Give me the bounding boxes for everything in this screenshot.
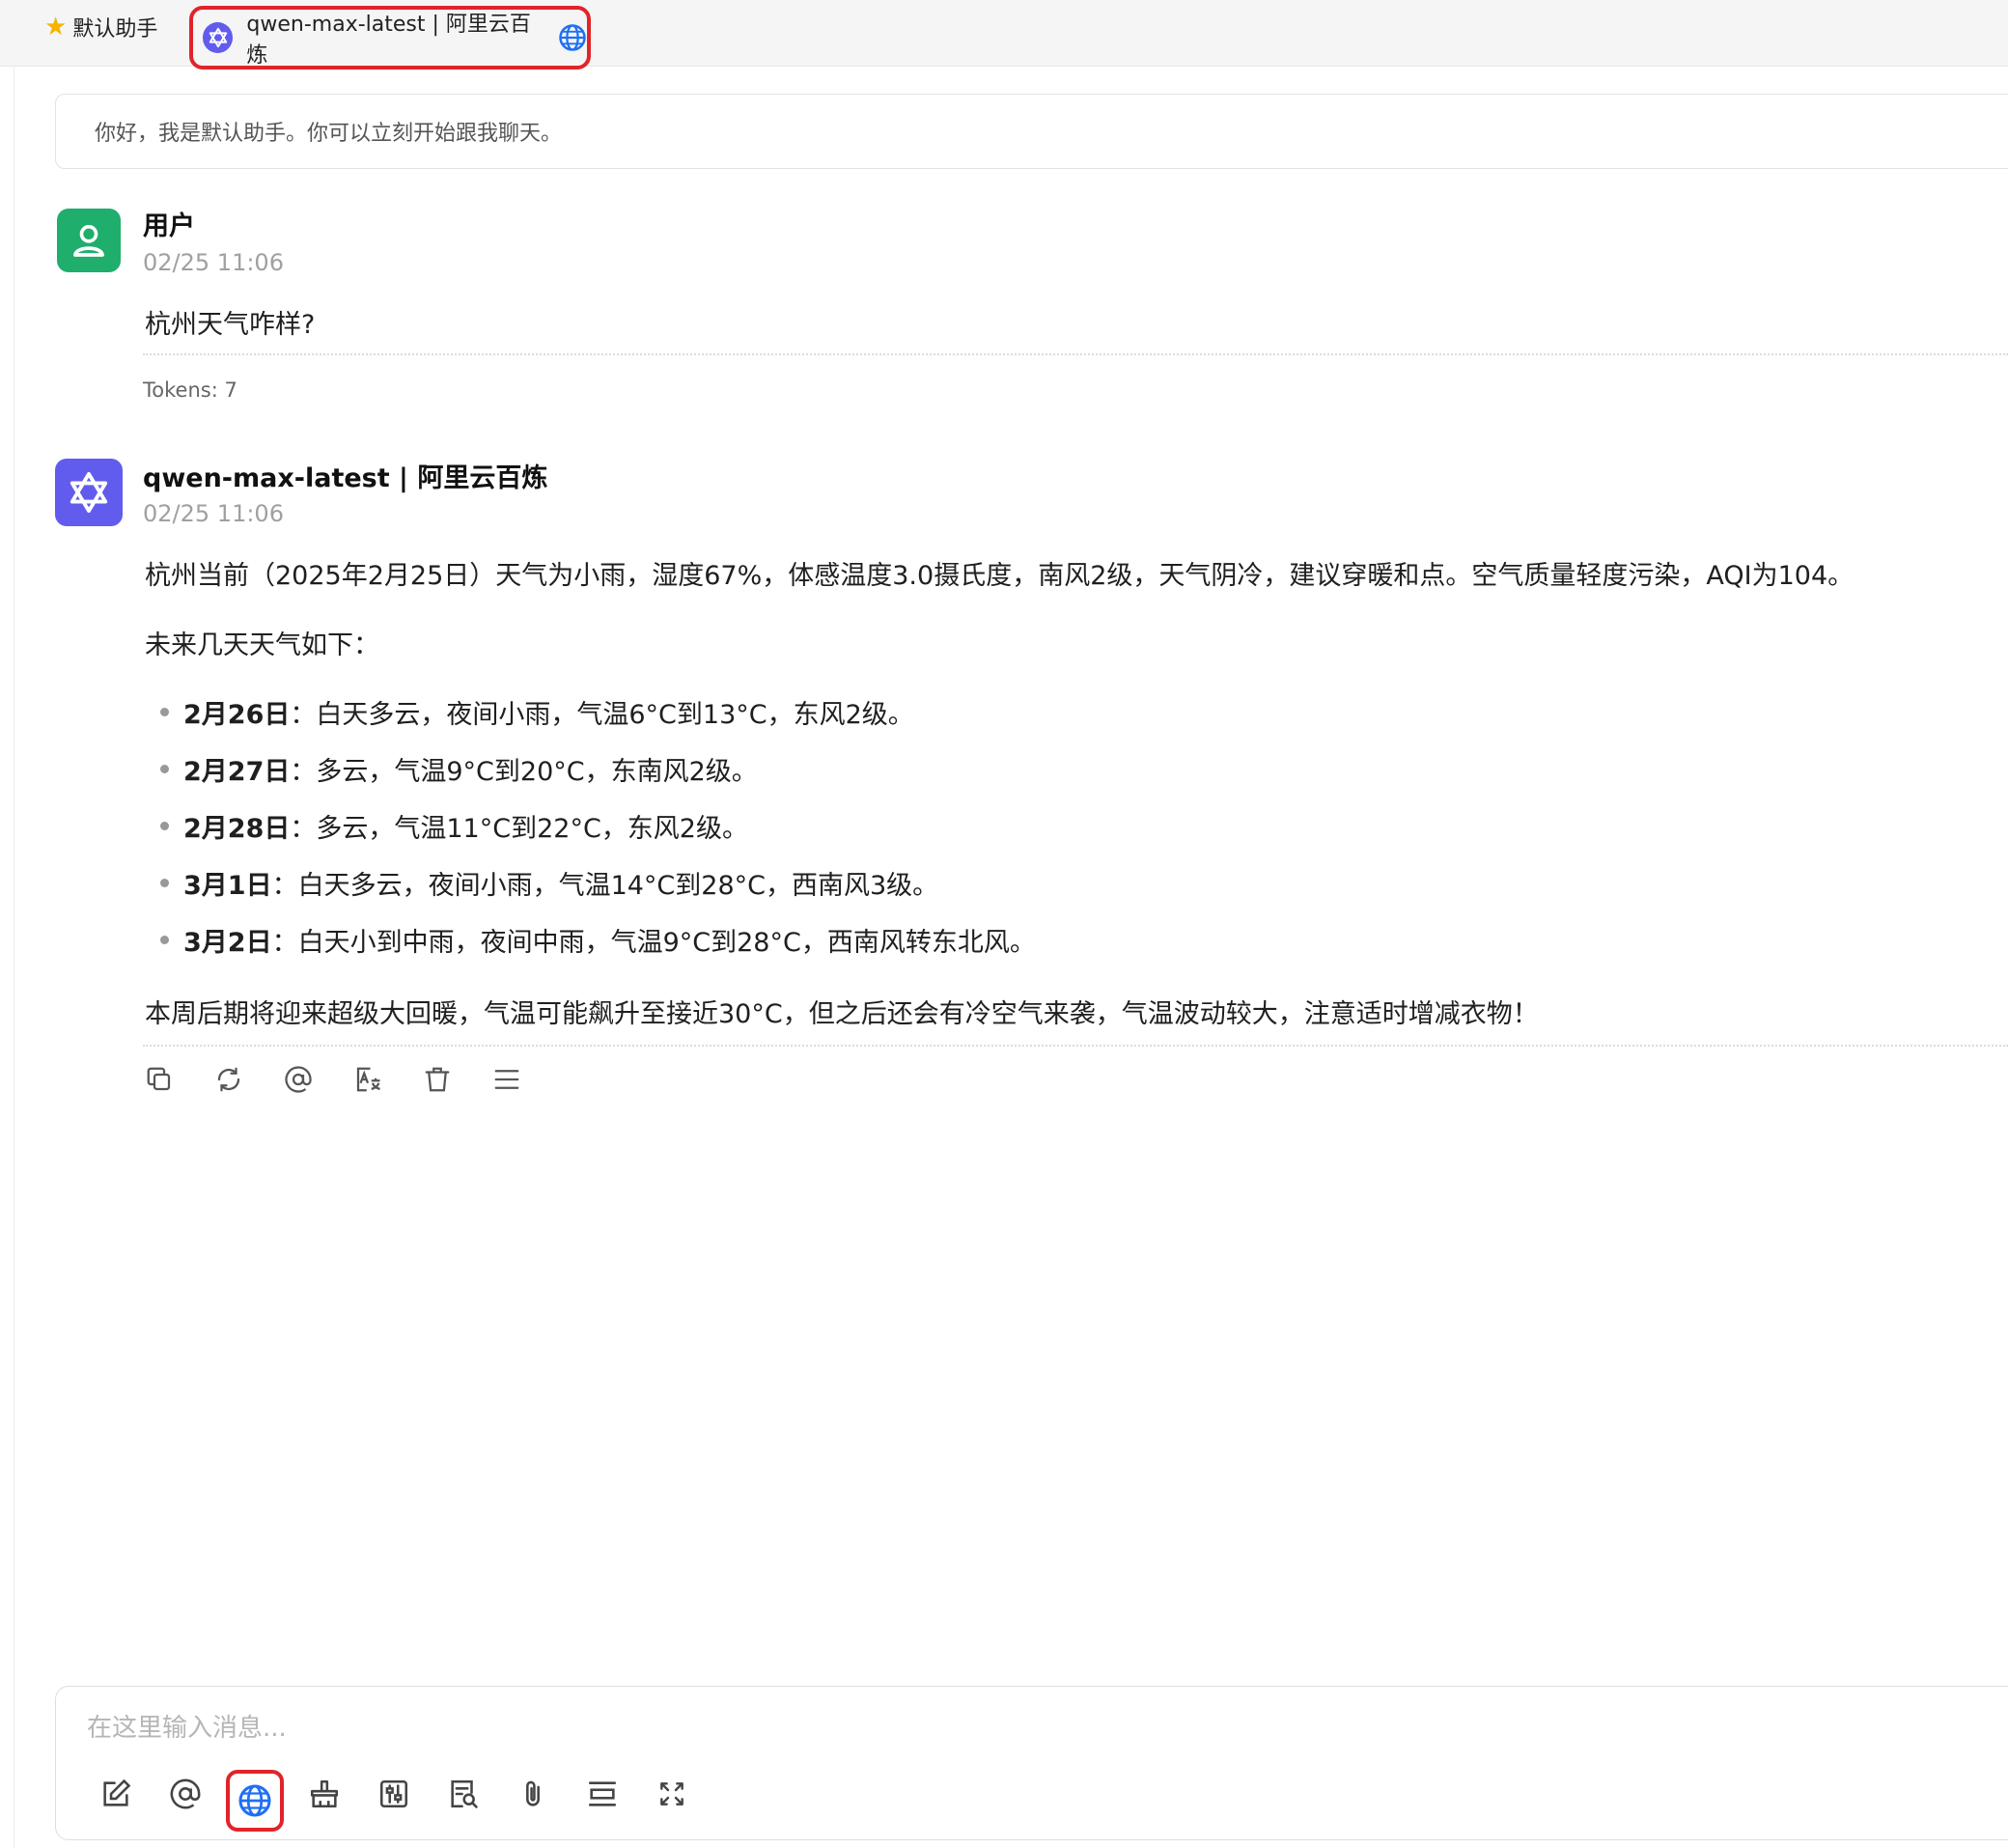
forecast-text: ：白天多云，夜间小雨，气温14°C到28°C，西南风3级。 xyxy=(271,871,939,901)
tab-model-qwen[interactable]: qwen-max-latest | 阿里云百炼 xyxy=(189,6,591,70)
forecast-heading: 未来几天天气如下： xyxy=(145,630,379,660)
qwen-avatar xyxy=(55,459,123,526)
new-topic-icon[interactable] xyxy=(81,1770,151,1818)
forecast-text: ：白天小到中雨，夜间中雨，气温9°C到28°C，西南风转东北风。 xyxy=(271,928,1036,958)
forecast-item: 2月27日：多云，气温9°C到20°C，东南风2级。 xyxy=(160,750,758,788)
attachment-icon[interactable] xyxy=(498,1770,568,1818)
mention-icon[interactable] xyxy=(284,1060,353,1099)
forecast-item: 3月1日：白天多云，夜间小雨，气温14°C到28°C，西南风3级。 xyxy=(159,864,939,902)
tab-label: 默认助手 xyxy=(72,17,158,42)
forecast-date: 3月1日 xyxy=(183,871,272,901)
mention-icon[interactable] xyxy=(151,1770,220,1818)
clear-icon[interactable] xyxy=(290,1770,359,1818)
forecast-date: 2月27日 xyxy=(183,757,291,787)
delete-icon[interactable] xyxy=(423,1060,492,1099)
globe-icon xyxy=(558,23,587,52)
forecast-text: ：多云，气温11°C到22°C，东风2级。 xyxy=(290,814,748,844)
assistant-intro: 杭州当前（2025年2月25日）天气为小雨，湿度67%，体感温度3.0摄氏度，南… xyxy=(145,561,1855,591)
message-divider xyxy=(143,1045,2008,1047)
tab-label: qwen-max-latest | 阿里云百炼 xyxy=(246,13,531,68)
forecast-date: 3月2日 xyxy=(183,928,272,958)
assistant-message-time: 02/25 11:06 xyxy=(143,500,284,527)
settings-icon[interactable] xyxy=(359,1770,429,1818)
copy-icon[interactable] xyxy=(145,1060,214,1099)
user-name: 用户 xyxy=(143,211,195,241)
message-input[interactable] xyxy=(85,1706,1923,1750)
user-message-text: 杭州天气咋样? xyxy=(145,310,316,340)
assistant-closing: 本周后期将迎来超级大回暖，气温可能飙升至接近30°C，但之后还会有冷空气来袭，气… xyxy=(145,999,1539,1029)
web-search-icon[interactable] xyxy=(226,1770,284,1832)
forecast-date: 2月26日 xyxy=(183,700,291,730)
greeting-banner: 你好，我是默认助手。你可以立刻开始跟我聊天。 xyxy=(55,94,2008,169)
forecast-text: ：白天多云，夜间小雨，气温6°C到13°C，东风2级。 xyxy=(290,700,914,730)
expand-icon[interactable] xyxy=(637,1770,707,1818)
assistant-name: qwen-max-latest | 阿里云百炼 xyxy=(143,463,548,493)
message-composer xyxy=(55,1686,2008,1840)
qwen-logo-icon xyxy=(203,22,234,53)
forecast-item: 2月26日：白天多云，夜间小雨，气温6°C到13°C，东风2级。 xyxy=(160,693,914,731)
tab-default-assistant[interactable]: ★ 默认助手 xyxy=(44,0,157,54)
message-actions xyxy=(145,1060,562,1099)
layout-icon[interactable] xyxy=(568,1770,637,1818)
translate-icon[interactable] xyxy=(353,1060,423,1099)
menu-icon[interactable] xyxy=(492,1060,562,1099)
token-count: Tokens: 7 xyxy=(143,378,237,402)
forecast-item: 3月2日：白天小到中雨，夜间中雨，气温9°C到28°C，西南风转东北风。 xyxy=(160,921,1036,959)
user-message-time: 02/25 11:06 xyxy=(143,249,284,276)
user-avatar xyxy=(57,209,121,272)
regenerate-icon[interactable] xyxy=(214,1060,284,1099)
tab-bar: ★ 默认助手 qwen-max-latest | 阿里云百炼 xyxy=(0,0,2008,70)
forecast-date: 2月28日 xyxy=(183,814,291,844)
message-divider xyxy=(143,353,2008,355)
forecast-item: 2月28日：多云，气温11°C到22°C，东风2级。 xyxy=(160,807,748,845)
composer-toolbar xyxy=(81,1770,707,1832)
knowledge-icon[interactable] xyxy=(429,1770,498,1818)
star-icon: ★ xyxy=(44,13,68,42)
forecast-text: ：多云，气温9°C到20°C，东南风2级。 xyxy=(290,757,758,787)
